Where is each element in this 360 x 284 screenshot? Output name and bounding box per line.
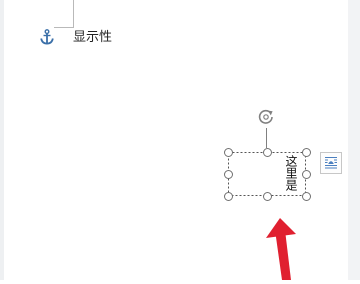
resize-handle-left[interactable]	[224, 170, 233, 179]
anchor-icon[interactable]	[40, 29, 54, 45]
rotate-handle-icon[interactable]	[257, 108, 275, 126]
layout-options-icon	[325, 157, 337, 169]
red-arrow-annotation	[262, 218, 312, 280]
rotate-handle-stem	[266, 128, 267, 148]
crop-mark-vertical	[73, 0, 74, 28]
resize-handle-right[interactable]	[302, 170, 311, 179]
page-margin-left	[0, 0, 4, 280]
crop-mark-horizontal	[54, 27, 74, 28]
resize-handle-bottom[interactable]	[263, 192, 272, 201]
text-box-content[interactable]: 这里是	[282, 155, 298, 193]
resize-handle-bottom-right[interactable]	[302, 192, 311, 201]
resize-handle-top-left[interactable]	[224, 148, 233, 157]
page-margin-right	[348, 0, 360, 280]
resize-handle-top[interactable]	[263, 148, 272, 157]
resize-handle-top-right[interactable]	[302, 148, 311, 157]
layout-options-button[interactable]	[320, 152, 342, 174]
anchor-label: 显示性	[73, 30, 113, 45]
resize-handle-bottom-left[interactable]	[224, 192, 233, 201]
text-box[interactable]: 这里是	[228, 152, 306, 196]
